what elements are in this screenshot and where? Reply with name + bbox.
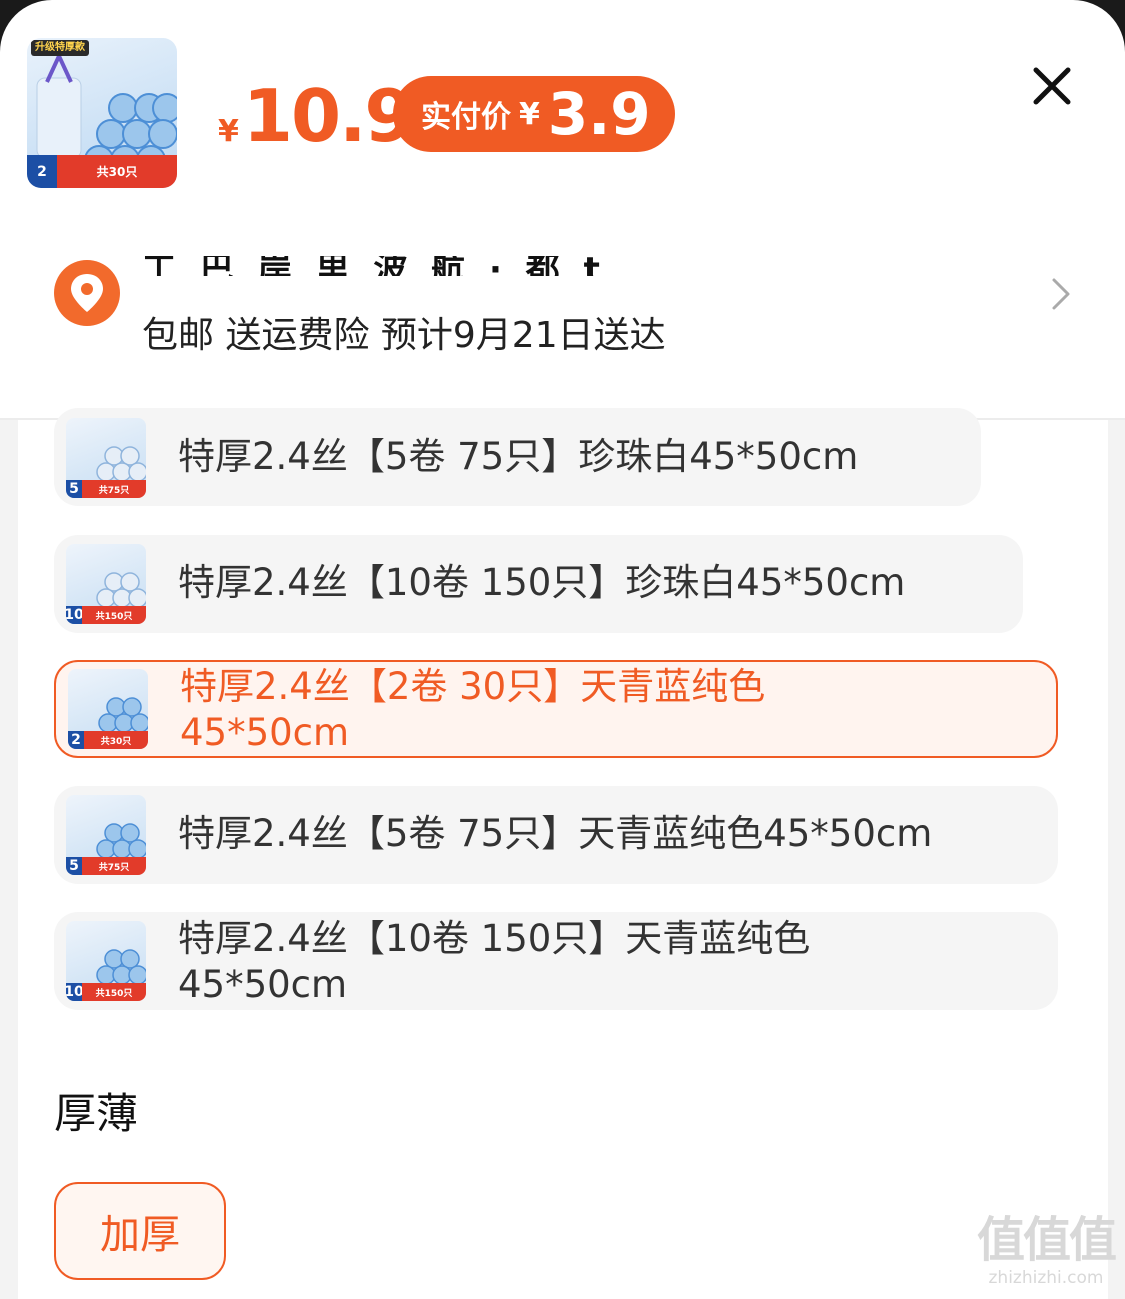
sku-option[interactable]: 10 共150只 特厚2.4丝【10卷 150只】珍珠白45*50cm — [54, 535, 1023, 633]
count-badge: 共75只 — [82, 480, 146, 498]
roll-number-badge: 2 — [68, 731, 84, 749]
paid-price-label: 实付价 — [421, 100, 511, 135]
sku-label: 特厚2.4丝【5卷 75只】天青蓝纯色45*50cm — [178, 812, 933, 855]
sku-label: 特厚2.4丝【5卷 75只】珍珠白45*50cm — [178, 435, 859, 478]
sku-thumbnail: 5 共75只 — [66, 418, 146, 498]
currency-symbol: ¥ — [218, 114, 239, 149]
watermark-logo-text: 值值值 — [976, 1212, 1117, 1268]
sku-label: 特厚2.4丝【10卷 150只】天青蓝纯色 45*50cm — [178, 916, 810, 1008]
count-badge: 共75只 — [82, 857, 146, 875]
address-text: 工 巴 岸 里 波 航 · 都 t — [142, 250, 606, 276]
count-badge: 共30只 — [57, 155, 177, 188]
sku-label: 特厚2.4丝【2卷 30只】天青蓝纯色 45*50cm — [180, 664, 765, 756]
site-watermark: 值值值 zhizhizhi.com — [972, 1212, 1120, 1292]
roll-number-badge: 10 — [66, 606, 84, 624]
watermark-site: zhizhizhi.com — [988, 1268, 1104, 1288]
sku-thumbnail: 10 共150只 — [66, 544, 146, 624]
sku-label: 特厚2.4丝【10卷 150只】珍珠白45*50cm — [178, 561, 906, 604]
sku-label-line1: 特厚2.4丝【10卷 150只】天青蓝纯色 — [178, 917, 811, 960]
shipping-info: 包邮 送运费险 预计9月21日送达 — [142, 315, 666, 356]
sku-option-selected[interactable]: 2 共30只 特厚2.4丝【2卷 30只】天青蓝纯色 45*50cm — [54, 660, 1058, 758]
chevron-right-icon — [1046, 274, 1076, 314]
count-badge: 共30只 — [84, 731, 148, 749]
sku-option[interactable]: 5 共75只 特厚2.4丝【5卷 75只】珍珠白45*50cm — [54, 408, 981, 506]
location-pin-icon — [54, 260, 120, 326]
count-badge: 共150只 — [82, 983, 146, 1001]
roll-number-badge: 5 — [66, 480, 82, 498]
upgrade-badge: 升级特厚款 — [31, 40, 89, 56]
roll-number-badge: 2 — [27, 155, 57, 188]
sku-label-line2: 45*50cm — [180, 711, 350, 754]
original-price: ¥ 10.9 — [218, 74, 415, 160]
thickness-option-thick[interactable]: 加厚 — [54, 1182, 226, 1280]
paid-price-pill: 实付价 ¥ 3.9 — [393, 76, 675, 152]
sku-option[interactable]: 5 共75只 特厚2.4丝【5卷 75只】天青蓝纯色45*50cm — [54, 786, 1058, 884]
product-thumbnail[interactable]: 升级特厚款 2 共30只 — [27, 38, 177, 188]
sku-thumbnail: 10 共150只 — [66, 921, 146, 1001]
panel-edge-right — [1108, 420, 1125, 1299]
roll-number-badge: 5 — [66, 857, 82, 875]
paid-price-value: 3.9 — [547, 80, 651, 148]
thickness-section-title: 厚薄 — [54, 1089, 139, 1138]
panel-edge-left — [0, 420, 18, 1299]
roll-number-badge: 10 — [66, 983, 84, 1001]
count-badge: 共150只 — [82, 606, 146, 624]
shipping-address-row[interactable]: 工 巴 岸 里 波 航 · 都 t 包邮 送运费险 预计9月21日送达 — [0, 232, 1125, 418]
close-button[interactable] — [1030, 64, 1074, 108]
sku-label-line1: 特厚2.4丝【2卷 30只】天青蓝纯色 — [180, 665, 766, 708]
sku-selector-sheet: 升级特厚款 2 共30只 ¥ 10.9 实付价 ¥ 3.9 工 巴 岸 里 波 … — [0, 0, 1125, 1299]
sku-label-line2: 45*50cm — [178, 963, 348, 1006]
price-value: 10.9 — [242, 74, 415, 158]
sku-option[interactable]: 10 共150只 特厚2.4丝【10卷 150只】天青蓝纯色 45*50cm — [54, 912, 1058, 1010]
paid-currency-symbol: ¥ — [519, 96, 540, 132]
sku-thumbnail: 2 共30只 — [68, 669, 148, 749]
close-icon — [1033, 67, 1071, 105]
sku-thumbnail: 5 共75只 — [66, 795, 146, 875]
